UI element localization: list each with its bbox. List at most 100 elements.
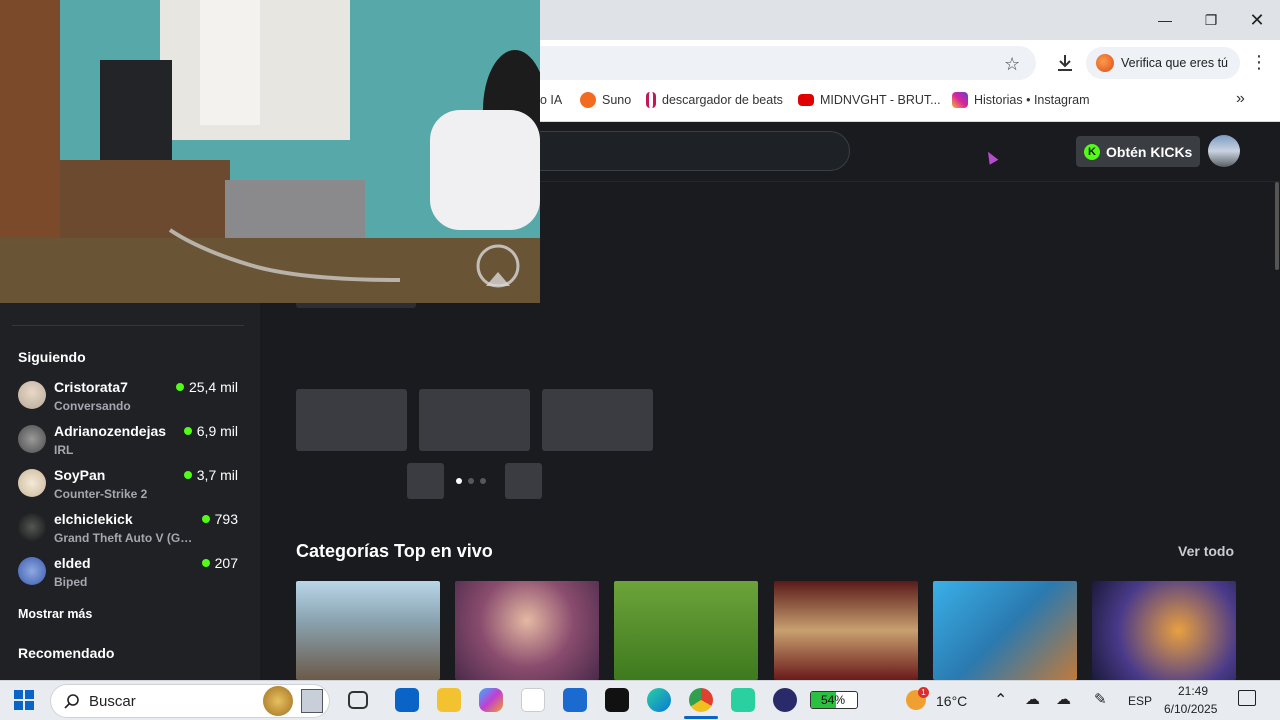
- carousel-dot[interactable]: [456, 478, 462, 484]
- clock-time[interactable]: 21:49: [1178, 684, 1208, 698]
- page-scrollbar[interactable]: [1275, 182, 1279, 270]
- viewer-count: 207: [201, 555, 238, 571]
- kick-app-icon[interactable]: [731, 688, 755, 712]
- bookmark-label: o IA: [540, 93, 563, 107]
- download-icon[interactable]: [1054, 52, 1076, 74]
- verify-identity-chip[interactable]: Verifica que eres tú: [1086, 47, 1241, 79]
- webcam-feed: [0, 0, 540, 303]
- following-title: Siguiendo: [18, 349, 86, 365]
- streamer-name: elchiclekick: [54, 511, 133, 527]
- carousel-card[interactable]: [296, 389, 407, 451]
- viewer-count-label: 3,7 mil: [196, 467, 238, 483]
- file-explorer-icon[interactable]: [437, 688, 461, 712]
- copilot-icon[interactable]: [479, 688, 503, 712]
- category-card[interactable]: [933, 581, 1077, 680]
- streamer-category: Conversando: [54, 399, 131, 413]
- carousel-prev-button[interactable]: [407, 463, 444, 499]
- suno-icon: [580, 92, 596, 108]
- battery-indicator[interactable]: 54%: [810, 691, 858, 709]
- category-card[interactable]: [455, 581, 599, 680]
- streamer-category: Counter-Strike 2: [54, 487, 148, 501]
- show-more-link[interactable]: Mostrar más: [18, 607, 92, 621]
- weather-temp[interactable]: 16°C: [936, 693, 967, 709]
- bookmark-label: Suno: [602, 93, 632, 107]
- minimize-icon[interactable]: —: [1142, 6, 1188, 34]
- bookmark-item[interactable]: descargador de beats: [646, 92, 783, 108]
- category-card[interactable]: [1092, 581, 1236, 680]
- search-highlight-icon: [301, 689, 323, 713]
- beats-icon: [646, 92, 656, 108]
- carousel-dot[interactable]: [468, 478, 474, 484]
- carousel-card[interactable]: [542, 389, 653, 451]
- taskbar-search-input[interactable]: Buscar: [50, 684, 330, 718]
- bookmark-item[interactable]: o IA: [540, 92, 562, 108]
- bookmark-label: Historias • Instagram: [974, 93, 1090, 107]
- clock-date[interactable]: 6/10/2025: [1164, 702, 1217, 716]
- streamer-category: Biped: [54, 575, 88, 589]
- windows-start-icon[interactable]: [14, 690, 34, 710]
- bookmark-item[interactable]: MIDNVGHT - BRUT...: [798, 92, 941, 108]
- search-input[interactable]: [500, 131, 850, 171]
- streamer-name: SoyPan: [54, 467, 106, 483]
- get-kicks-label: Obtén KICKs: [1106, 143, 1193, 160]
- notifications-icon[interactable]: [1238, 690, 1256, 706]
- streamer-name: Adrianozendejas: [54, 423, 167, 439]
- bookmark-star-icon[interactable]: ☆: [1004, 54, 1020, 75]
- get-kicks-button[interactable]: K Obtén KICKs: [1076, 136, 1201, 167]
- following-item[interactable]: elchiclekick Grand Theft Auto V (GTA V) …: [18, 511, 240, 551]
- obs-icon[interactable]: [773, 688, 797, 712]
- microsoft-store-icon[interactable]: [563, 688, 587, 712]
- close-icon[interactable]: ✕: [1234, 6, 1280, 34]
- network-icon[interactable]: ☁: [1056, 690, 1071, 708]
- address-bar[interactable]: [540, 46, 1036, 80]
- top-categories-title: Categorías Top en vivo: [296, 541, 493, 561]
- bookmark-label: descargador de beats: [662, 93, 783, 107]
- kicks-icon: K: [1084, 143, 1100, 160]
- following-item[interactable]: Cristorata7 Conversando 25,4 mil: [18, 379, 240, 419]
- bookmark-item[interactable]: Historias • Instagram: [952, 92, 1090, 108]
- more-bookmarks-icon[interactable]: »: [1236, 90, 1245, 108]
- streamer-avatar: [18, 381, 46, 409]
- language-indicator[interactable]: ESP: [1128, 694, 1152, 708]
- browser-menu-icon[interactable]: ⋮: [1250, 52, 1268, 72]
- capcut-icon[interactable]: [605, 688, 629, 712]
- category-card[interactable]: [614, 581, 758, 680]
- category-card[interactable]: [774, 581, 918, 680]
- viewer-count: 793: [201, 511, 238, 527]
- outlook-icon[interactable]: [395, 688, 419, 712]
- user-avatar[interactable]: [1208, 135, 1240, 167]
- following-item[interactable]: elded Biped 207: [18, 555, 240, 595]
- live-dot-icon: [183, 427, 192, 435]
- restore-icon[interactable]: ❐: [1188, 6, 1234, 34]
- carousel-next-button[interactable]: [505, 463, 542, 499]
- streamer-category: IRL: [54, 443, 74, 457]
- live-dot-icon: [201, 559, 210, 567]
- youtube-icon: [798, 94, 814, 106]
- screen: — ❐ ✕ ☆ Verifica que eres tú ⋮ o IA Suno…: [0, 0, 1280, 720]
- category-card[interactable]: [296, 581, 440, 680]
- search-icon: [64, 694, 79, 709]
- cloud-icon[interactable]: ☁: [1025, 690, 1040, 708]
- following-item[interactable]: Adrianozendejas IRL 6,9 mil: [18, 423, 240, 463]
- bookmark-item[interactable]: Suno: [580, 92, 631, 108]
- streamer-avatar: [18, 557, 46, 585]
- carousel-card[interactable]: [419, 389, 530, 451]
- edge-icon[interactable]: [647, 688, 671, 712]
- streamer-category: Grand Theft Auto V (GTA V): [54, 531, 198, 545]
- see-all-link[interactable]: Ver todo: [1178, 543, 1234, 559]
- following-item[interactable]: SoyPan Counter-Strike 2 3,7 mil: [18, 467, 240, 507]
- search-placeholder: Buscar: [89, 693, 136, 710]
- instagram-icon: [952, 92, 968, 108]
- streamer-avatar: [18, 469, 46, 497]
- streamer-avatar: [18, 513, 46, 541]
- carousel-dot[interactable]: [480, 478, 486, 484]
- task-view-icon[interactable]: [348, 691, 368, 709]
- streamer-avatar: [18, 425, 46, 453]
- itunes-icon[interactable]: [521, 688, 545, 712]
- chevron-up-icon[interactable]: ⌃: [994, 690, 1007, 710]
- live-dot-icon: [175, 383, 184, 391]
- chrome-icon[interactable]: [689, 688, 713, 712]
- bookmark-label: MIDNVGHT - BRUT...: [820, 93, 941, 107]
- pen-icon[interactable]: ✎: [1094, 690, 1107, 708]
- webcam-overlay: [0, 0, 540, 303]
